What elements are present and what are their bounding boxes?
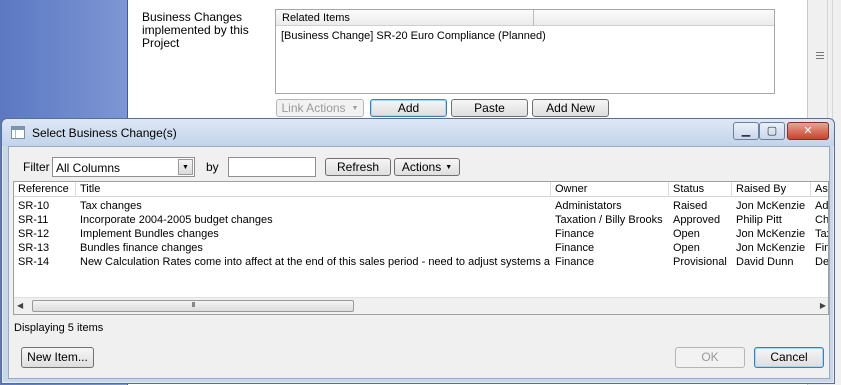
column-header-reference[interactable]: Reference — [14, 182, 76, 197]
cell-title: Incorporate 2004-2005 budget changes — [80, 214, 273, 226]
scroll-thumb-grip: III — [191, 302, 196, 309]
column-header-status[interactable]: Status — [669, 182, 732, 197]
chevron-down-icon: ▼ — [351, 104, 359, 112]
column-header-title[interactable]: Title — [76, 182, 551, 197]
status-text: Displaying 5 items — [14, 322, 104, 334]
cell-assigned: Dev — [815, 256, 829, 268]
related-items-header-label: Related Items — [282, 12, 350, 24]
paste-button[interactable]: Paste — [451, 99, 528, 117]
cell-owner: Administators — [555, 200, 622, 212]
filter-value-input[interactable] — [228, 157, 316, 177]
related-items-header: Related Items — [276, 10, 774, 26]
cell-owner: Finance — [555, 242, 595, 254]
actions-label: Actions — [401, 160, 442, 174]
new-item-button[interactable]: New Item... — [21, 347, 94, 368]
scroll-thumb[interactable]: III — [32, 300, 354, 312]
cell-reference: SR-12 — [18, 228, 50, 240]
table-row[interactable]: SR-12 Implement Bundles changes Finance … — [14, 227, 828, 241]
column-header-raised-by[interactable]: Raised By — [732, 182, 811, 197]
related-items-list[interactable]: Related Items [Business Change] SR-20 Eu… — [275, 9, 775, 94]
cell-title: Tax changes — [80, 200, 142, 212]
cell-owner: Finance — [555, 256, 595, 268]
divider — [827, 0, 828, 120]
maximize-icon: ▢ — [766, 125, 778, 137]
minimize-icon: ▁ — [741, 125, 751, 137]
actions-button[interactable]: Actions ▼ — [394, 158, 460, 176]
link-actions-button[interactable]: Link Actions ▼ — [276, 99, 364, 117]
filter-selected-value: All Columns — [56, 161, 121, 175]
cell-raised-by: Philip Pitt — [736, 214, 782, 226]
cell-status: Provisional — [673, 256, 727, 268]
minimize-button[interactable]: ▁ — [733, 122, 759, 140]
list-header: Reference Title Owner Status Raised By A… — [14, 182, 828, 197]
refresh-button[interactable]: Refresh — [325, 158, 391, 176]
divider — [832, 0, 833, 120]
cell-raised-by: Jon McKenzie — [736, 242, 806, 254]
table-row[interactable]: SR-13 Bundles finance changes Finance Op… — [14, 241, 828, 255]
cell-raised-by: Jon McKenzie — [736, 228, 806, 240]
cell-status: Approved — [673, 214, 721, 226]
cell-status: Raised — [673, 200, 708, 212]
table-row[interactable]: SR-10 Tax changes Administators Raised J… — [14, 199, 829, 213]
related-item[interactable]: [Business Change] SR-20 Euro Compliance … — [281, 30, 546, 42]
filter-column-select[interactable]: All Columns ▼ — [52, 157, 195, 177]
window-icon — [11, 126, 25, 139]
add-button[interactable]: Add — [370, 99, 447, 117]
cell-assigned: Char — [815, 214, 829, 226]
business-change-list[interactable]: Reference Title Owner Status Raised By A… — [13, 181, 829, 315]
cell-raised-by: David Dunn — [736, 256, 794, 268]
splitter-grip-icon[interactable] — [816, 52, 824, 61]
maximize-button[interactable]: ▢ — [759, 122, 785, 140]
select-business-change-dialog: Select Business Change(s) ▁ ▢ ✕ Filter A… — [1, 118, 835, 384]
cell-title: Bundles finance changes — [80, 242, 203, 254]
dialog-title-bar[interactable]: Select Business Change(s) ▁ ▢ ✕ — [2, 119, 834, 146]
cell-assigned: Fina — [815, 242, 828, 254]
chevron-down-icon: ▼ — [445, 163, 453, 171]
dialog-client-area: Filter All Columns ▼ by Refresh Actions ▼… — [8, 146, 830, 379]
cell-title: New Calculation Rates come into affect a… — [80, 256, 551, 268]
cell-assigned: Taxa — [815, 228, 828, 240]
table-row[interactable]: SR-11 Incorporate 2004-2005 budget chang… — [14, 213, 829, 227]
dialog-title: Select Business Change(s) — [32, 126, 177, 140]
column-header-owner[interactable]: Owner — [551, 182, 669, 197]
cell-title: Implement Bundles changes — [80, 228, 219, 240]
cell-raised-by: Jon McKenzie — [736, 200, 806, 212]
business-changes-label: Business Changes implemented by this Pro… — [142, 10, 249, 50]
chevron-down-icon[interactable]: ▼ — [178, 159, 193, 175]
cell-status: Open — [673, 228, 700, 240]
filter-label: Filter — [23, 160, 50, 174]
table-row[interactable]: SR-14 New Calculation Rates come into af… — [14, 255, 829, 269]
by-label: by — [206, 160, 219, 174]
cell-status: Open — [673, 242, 700, 254]
add-new-button[interactable]: Add New — [532, 99, 609, 117]
column-separator[interactable] — [533, 10, 534, 26]
cell-assigned: Adm — [815, 200, 829, 212]
link-actions-label: Link Actions — [281, 101, 346, 115]
scroll-right-icon[interactable]: ▶ — [820, 301, 826, 310]
cell-reference: SR-13 — [18, 242, 50, 254]
cancel-button[interactable]: Cancel — [754, 347, 824, 368]
cell-reference: SR-11 — [18, 214, 49, 226]
cell-reference: SR-10 — [18, 200, 50, 212]
cell-owner: Taxation / Billy Brooks — [555, 214, 663, 226]
horizontal-scrollbar[interactable]: ◀ III ▶ — [14, 297, 828, 314]
column-header-assigned[interactable]: Assi — [811, 182, 828, 197]
ok-button[interactable]: OK — [675, 347, 745, 368]
scroll-left-icon[interactable]: ◀ — [17, 301, 23, 310]
cell-owner: Finance — [555, 228, 595, 240]
close-button[interactable]: ✕ — [787, 122, 829, 140]
close-icon: ✕ — [803, 125, 813, 137]
cell-reference: SR-14 — [18, 256, 50, 268]
